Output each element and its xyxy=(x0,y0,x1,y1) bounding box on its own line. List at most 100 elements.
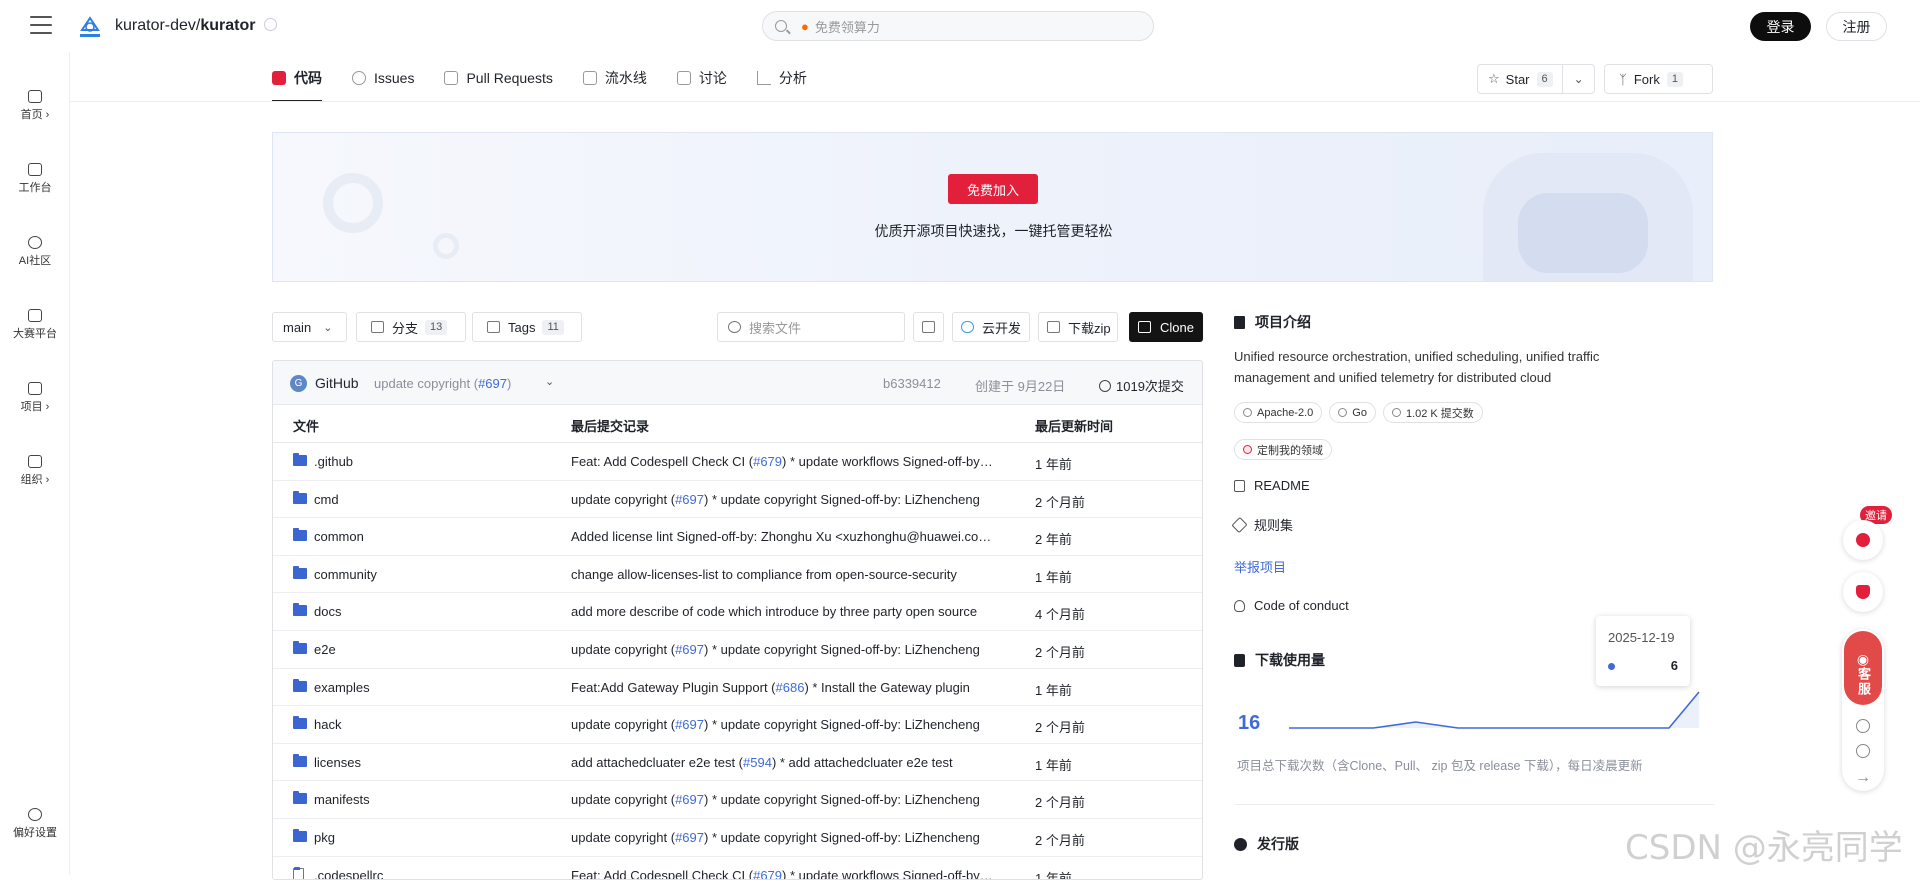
repo-path[interactable]: kurator-dev/kurator xyxy=(115,17,277,35)
file-name[interactable]: pkg xyxy=(314,830,335,845)
tab-analytics[interactable]: 分析 xyxy=(757,60,807,96)
cloud-dev-button[interactable]: 云开发 xyxy=(952,312,1030,342)
gift-button[interactable] xyxy=(1843,520,1883,560)
commit-pr-link[interactable]: #594 xyxy=(743,755,772,770)
branches-button[interactable]: 分支13 xyxy=(356,312,466,342)
star-button[interactable]: ☆Star6 xyxy=(1478,65,1563,93)
clone-button[interactable]: Clone xyxy=(1129,312,1203,342)
commit-pr-link[interactable]: #686 xyxy=(776,680,805,695)
commit-message[interactable]: update copyright (#697) xyxy=(374,376,511,391)
file-search-input[interactable]: 搜索文件 xyxy=(717,312,905,342)
rail-item-home[interactable]: 首页 › xyxy=(0,90,70,122)
help-icon[interactable] xyxy=(1856,719,1870,733)
global-search-input[interactable]: ● 免费领算力 xyxy=(762,11,1154,41)
commits-tag[interactable]: 1.02 K 提交数 xyxy=(1383,402,1483,423)
rail-item-settings[interactable]: 偏好设置 xyxy=(0,808,70,840)
chevron-down-icon[interactable]: ⌄ xyxy=(1563,72,1594,86)
table-row[interactable]: licenses add attachedcluater e2e test (#5… xyxy=(273,744,1202,782)
file-name[interactable]: examples xyxy=(314,680,370,695)
table-row[interactable]: .github Feat: Add Codespell Check CI (#67… xyxy=(273,443,1202,481)
table-row[interactable]: .codespellrc Feat: Add Codespell Check CI… xyxy=(273,857,1202,880)
repo-name[interactable]: kurator xyxy=(200,17,255,34)
commit-count[interactable]: 1019次提交 xyxy=(1099,376,1184,395)
table-row[interactable]: examples Feat:Add Gateway Plugin Support … xyxy=(273,669,1202,707)
code-of-conduct-link[interactable]: Code of conduct xyxy=(1234,598,1349,613)
tab-issues[interactable]: Issues xyxy=(352,60,414,96)
commit-pr-link[interactable]: #697 xyxy=(675,717,704,732)
rail-item-projects[interactable]: 项目 › xyxy=(0,382,70,414)
join-free-button[interactable]: 免费加入 xyxy=(948,174,1038,204)
table-row[interactable]: cmd update copyright (#697) * update copy… xyxy=(273,481,1202,519)
table-row[interactable]: pkg update copyright (#697) * update copy… xyxy=(273,819,1202,857)
commit-pr-link[interactable]: #679 xyxy=(753,868,782,880)
last-commit-message[interactable]: update copyright (#697) * update copyrig… xyxy=(571,642,996,657)
report-link[interactable]: 举报项目 xyxy=(1234,557,1286,576)
download-zip-button[interactable]: 下载zip xyxy=(1038,312,1118,342)
fork-button[interactable]: ᛉ Fork1 xyxy=(1604,64,1713,94)
commit-pr-link[interactable]: #697 xyxy=(675,830,704,845)
last-commit-message[interactable]: update copyright (#697) * update copyrig… xyxy=(571,792,996,807)
kurator-logo[interactable] xyxy=(76,12,104,40)
last-commit-message[interactable]: update copyright (#697) * update copyrig… xyxy=(571,717,996,732)
commit-sha[interactable]: b6339412 xyxy=(883,376,941,391)
org-name[interactable]: kurator-dev/ xyxy=(115,17,200,34)
rules-link[interactable]: 规则集 xyxy=(1234,515,1293,534)
table-row[interactable]: docs add more describe of code which intr… xyxy=(273,593,1202,631)
last-commit-message[interactable]: update copyright (#697) * update copyrig… xyxy=(571,492,996,507)
last-commit-message[interactable]: update copyright (#697) * update copyrig… xyxy=(571,830,996,845)
license-tag[interactable]: Apache-2.0 xyxy=(1234,402,1322,423)
chevron-down-icon[interactable]: ⌄ xyxy=(545,375,554,388)
rail-item-orgs[interactable]: 组织 › xyxy=(0,455,70,487)
commit-pr-link[interactable]: #697 xyxy=(675,642,704,657)
last-commit-message[interactable]: Feat: Add Codespell Check CI (#679) * up… xyxy=(571,868,996,880)
menu-icon[interactable] xyxy=(30,16,52,34)
tab-discussion[interactable]: 讨论 xyxy=(677,60,727,96)
avatar[interactable]: G xyxy=(290,375,307,392)
file-name[interactable]: .codespellrc xyxy=(314,868,383,880)
file-name[interactable]: e2e xyxy=(314,642,336,657)
commit-pr-link[interactable]: #697 xyxy=(478,376,507,391)
commit-author[interactable]: GitHub xyxy=(315,375,359,391)
file-name[interactable]: docs xyxy=(314,604,341,619)
custom-domain-tag[interactable]: 定制我的领域 xyxy=(1234,439,1332,460)
rail-item-ai-community[interactable]: AI社区 xyxy=(0,236,70,268)
table-row[interactable]: e2e update copyright (#697) * update copy… xyxy=(273,631,1202,669)
login-button[interactable]: 登录 xyxy=(1750,12,1811,41)
last-commit-message[interactable]: Feat:Add Gateway Plugin Support (#686) *… xyxy=(571,680,996,695)
tab-pipeline[interactable]: 流水线 xyxy=(583,60,647,96)
tab-code[interactable]: 代码 xyxy=(272,60,322,96)
rail-item-workbench[interactable]: 工作台 xyxy=(0,163,70,195)
file-name[interactable]: licenses xyxy=(314,755,361,770)
commit-pr-link[interactable]: #679 xyxy=(753,454,782,469)
last-commit-message[interactable]: add more describe of code which introduc… xyxy=(571,604,996,619)
file-name[interactable]: manifests xyxy=(314,792,370,807)
downloads-chart[interactable] xyxy=(1289,682,1714,752)
customer-service-button[interactable]: ◉客服 xyxy=(1844,631,1882,705)
file-name[interactable]: .github xyxy=(314,454,353,469)
arrow-right-icon[interactable]: → xyxy=(1855,769,1871,787)
tab-pull-requests[interactable]: Pull Requests xyxy=(444,60,552,96)
commit-pr-link[interactable]: #697 xyxy=(675,492,704,507)
table-row[interactable]: community change allow-licenses-list to c… xyxy=(273,556,1202,594)
last-commit-message[interactable]: change allow-licenses-list to compliance… xyxy=(571,567,996,582)
last-commit-message[interactable]: Feat: Add Codespell Check CI (#679) * up… xyxy=(571,454,996,469)
table-row[interactable]: manifests update copyright (#697) * updat… xyxy=(273,781,1202,819)
last-commit-message[interactable]: add attachedcluater e2e test (#594) * ad… xyxy=(571,755,996,770)
file-name[interactable]: common xyxy=(314,529,364,544)
readme-link[interactable]: README xyxy=(1234,478,1310,493)
table-row[interactable]: hack update copyright (#697) * update cop… xyxy=(273,706,1202,744)
table-row[interactable]: common Added license lint Signed-off-by: … xyxy=(273,518,1202,556)
web-ide-button[interactable] xyxy=(913,312,944,342)
commit-pr-link[interactable]: #697 xyxy=(675,792,704,807)
trophy-button[interactable] xyxy=(1843,572,1883,612)
file-name[interactable]: cmd xyxy=(314,492,339,507)
file-name[interactable]: hack xyxy=(314,717,341,732)
register-button[interactable]: 注册 xyxy=(1826,12,1887,41)
language-tag[interactable]: Go xyxy=(1329,402,1376,423)
file-name[interactable]: community xyxy=(314,567,377,582)
last-commit-message[interactable]: Added license lint Signed-off-by: Zhongh… xyxy=(571,529,996,544)
rail-item-contest[interactable]: 大赛平台 xyxy=(0,309,70,341)
feedback-icon[interactable] xyxy=(1856,744,1870,758)
branch-select[interactable]: main ⌄ xyxy=(272,312,347,342)
tags-button[interactable]: Tags11 xyxy=(472,312,582,342)
